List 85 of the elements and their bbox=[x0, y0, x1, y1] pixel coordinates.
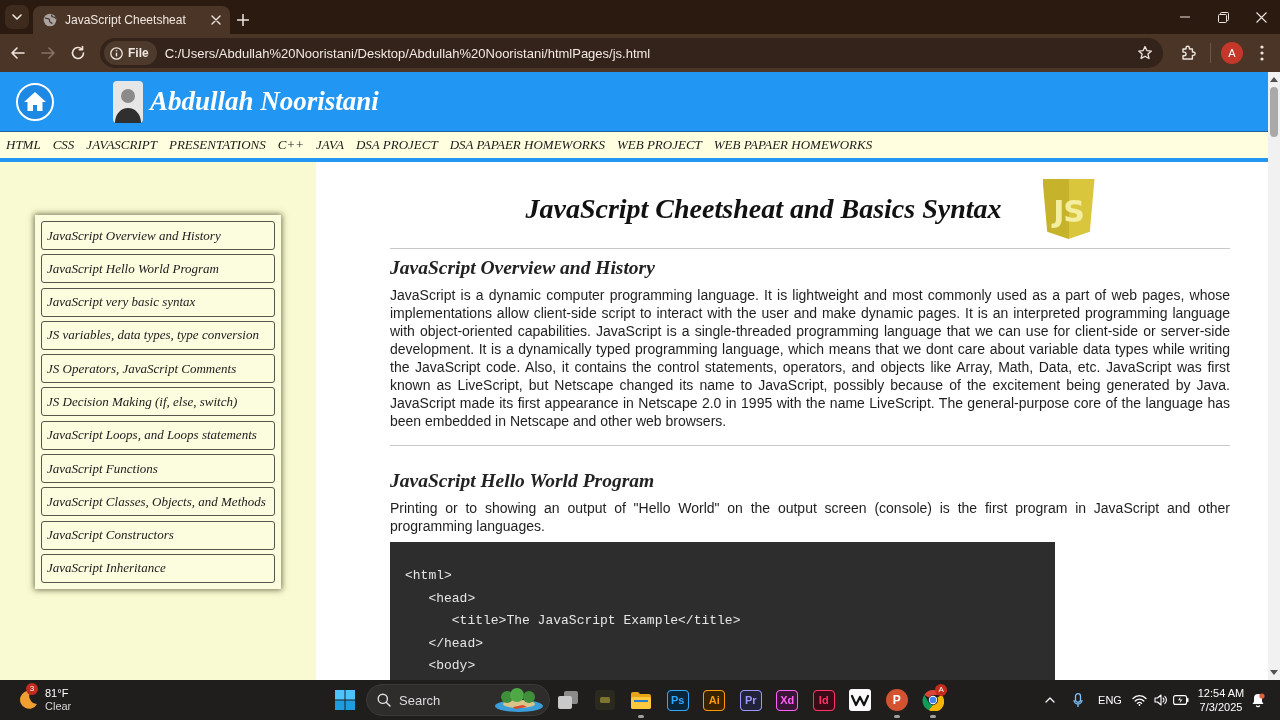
scroll-up-icon[interactable] bbox=[1270, 77, 1278, 82]
nav-link[interactable]: WEB PROJECT bbox=[616, 137, 702, 153]
site-name: Abdullah Nooristani bbox=[150, 86, 379, 117]
js-logo: JS bbox=[1042, 179, 1095, 239]
nav-link[interactable]: WEB PAPAER HOMEWORKS bbox=[713, 137, 873, 153]
plus-icon[interactable] bbox=[237, 14, 249, 26]
speaker-icon[interactable] bbox=[1154, 694, 1168, 706]
app-button[interactable]: Id bbox=[812, 689, 835, 711]
address-field[interactable]: File C:/Users/Abdullah%20Nooristani/Desktop/Abdullah%20Nooristani/htmlPages/js.html bbox=[100, 38, 1163, 68]
tab-list-button[interactable] bbox=[5, 5, 29, 29]
puzzle-icon[interactable] bbox=[1179, 44, 1197, 62]
reload-icon[interactable] bbox=[70, 45, 86, 61]
back-icon[interactable] bbox=[10, 45, 26, 61]
folder-icon[interactable] bbox=[630, 690, 653, 710]
four-squares-logo-icon[interactable] bbox=[335, 690, 355, 710]
app-tile-icon[interactable] bbox=[594, 690, 615, 710]
temperature-text: 81°F bbox=[45, 687, 70, 700]
page-title: JavaScript Cheetsheat and Basics Syntax bbox=[525, 193, 1002, 225]
code-line: <head> bbox=[427, 589, 477, 608]
clock-date[interactable]: 7/3/2025 bbox=[1199, 700, 1243, 714]
sidebar-link[interactable]: JavaScript Constructors bbox=[41, 520, 275, 550]
scrollbar-thumb[interactable] bbox=[1270, 87, 1278, 137]
moon-icon[interactable] bbox=[17, 689, 39, 711]
code-line: <body> bbox=[427, 657, 477, 675]
scroll-down-icon[interactable] bbox=[1270, 670, 1278, 675]
url-text: C:/Users/Abdullah%20Nooristani/Desktop/Abdullah%20Nooristani/htmlPages/js.html bbox=[164, 45, 652, 61]
sidebar-link[interactable]: JavaScript Inheritance bbox=[41, 553, 275, 583]
nav-link[interactable]: JAVA bbox=[315, 137, 344, 153]
island-drawing bbox=[493, 687, 545, 713]
wifi-icon[interactable] bbox=[1131, 694, 1147, 706]
nav-link[interactable]: C++ bbox=[277, 137, 304, 153]
app-button[interactable]: P bbox=[885, 689, 908, 711]
code-line: <title>The JavaScript Example</title> bbox=[450, 612, 742, 630]
battery-icon[interactable] bbox=[1173, 695, 1189, 705]
close-icon[interactable] bbox=[211, 15, 221, 25]
app-button[interactable]: Pr bbox=[739, 689, 762, 711]
ring-logo-icon[interactable] bbox=[922, 689, 945, 711]
sidebar-link[interactable]: JavaScript Overview and History bbox=[41, 221, 275, 250]
sidebar-link[interactable]: JavaScript Functions bbox=[41, 454, 275, 484]
nav-link[interactable]: DSA PROJECT bbox=[355, 137, 438, 153]
chevron-down-icon bbox=[12, 14, 22, 20]
sidebar-link[interactable]: JavaScript Hello World Program bbox=[41, 254, 275, 284]
home-icon[interactable] bbox=[16, 82, 54, 121]
microphone-icon[interactable] bbox=[1073, 692, 1083, 708]
sidebar-link[interactable]: JS variables, data types, type conversion bbox=[41, 320, 275, 350]
nav-link[interactable]: DSA PAPAER HOMEWORKS bbox=[449, 137, 605, 153]
info-icon bbox=[110, 46, 123, 60]
code-line: </head> bbox=[427, 634, 484, 653]
nav-link[interactable]: CSS bbox=[52, 137, 75, 153]
overlapping-squares-icon[interactable] bbox=[557, 690, 580, 710]
search-button[interactable]: Search bbox=[366, 684, 550, 716]
section-paragraph: JavaScript is a dynamic computer programming language. It is lightweight and most commonly used as a part of web pages, whose implementations allow client-side script to interact with the user and make dynamic pages. It is an interpreted programming language with object-oriented capabilities. JavaScript is a single-threaded programming language that we can use for client-side or server-side development. It is a dynamically typed programming language, which means that we dont care about variable data types while writing the JavaScript code. Also, it contains the control statements, operators, and objects like Array, Math, Data, etc. JavaScript was first known as LiveScript, but Netscape changed its name to JavaScript, possibly because of the excitement being generated by Java. JavaScript made its first appearance in Netscape 2.0 in 1995 with the name LiveScript. The general-purpose core of the language has been embedded in Netscape and other web browsers. bbox=[390, 286, 1230, 430]
clock-time[interactable]: 12:54 AM bbox=[1197, 686, 1245, 700]
section-paragraph: Printing or to showing an output of "Hello World" on the output screen (console) is the first program in JavaScript and other programming languages. bbox=[390, 499, 1230, 535]
star-icon[interactable] bbox=[1137, 45, 1153, 61]
close-icon[interactable] bbox=[1255, 11, 1267, 23]
restore-icon[interactable] bbox=[1217, 11, 1229, 23]
sidebar-link[interactable]: JS Operators, JavaScript Comments bbox=[41, 354, 275, 384]
sidebar-link[interactable]: JS Decision Making (if, else, switch) bbox=[41, 387, 275, 417]
nav-link[interactable]: PRESENTATIONS bbox=[168, 137, 266, 153]
sidebar-link[interactable]: JavaScript very basic syntax bbox=[41, 287, 275, 317]
sidebar-link[interactable]: JavaScript Loops, and Loops statements bbox=[41, 420, 275, 450]
section-heading: JavaScript Overview and History bbox=[390, 256, 656, 280]
language-indicator[interactable]: ENG bbox=[1098, 694, 1122, 706]
globe-icon bbox=[43, 13, 57, 27]
site-info-button[interactable]: File bbox=[104, 41, 157, 65]
browser-tab[interactable]: JavaScript Cheetsheat bbox=[33, 6, 230, 34]
zigzag-tile-icon[interactable] bbox=[849, 689, 872, 711]
section-heading: JavaScript Hello World Program bbox=[390, 469, 656, 493]
code-line: <html> bbox=[405, 567, 453, 585]
photo-placeholder bbox=[113, 80, 143, 123]
app-button[interactable]: Xd bbox=[776, 689, 799, 711]
search-icon bbox=[377, 693, 391, 707]
notification-badge: A bbox=[935, 684, 948, 696]
menu-icon[interactable] bbox=[1260, 45, 1264, 61]
chevron-up-icon[interactable] bbox=[1045, 697, 1055, 703]
notification-badge: 3 bbox=[26, 683, 38, 695]
app-button[interactable]: Ps bbox=[666, 689, 689, 711]
weather-condition: Clear bbox=[45, 700, 72, 713]
app-button[interactable]: Ai bbox=[703, 689, 726, 711]
bell-icon[interactable] bbox=[1251, 692, 1265, 708]
nav-link[interactable]: JAVASCRIPT bbox=[86, 137, 157, 153]
profile-button[interactable]: A bbox=[1221, 42, 1243, 64]
nav-link[interactable]: HTML bbox=[6, 137, 41, 153]
sidebar-link[interactable]: JavaScript Classes, Objects, and Methods bbox=[41, 487, 275, 517]
